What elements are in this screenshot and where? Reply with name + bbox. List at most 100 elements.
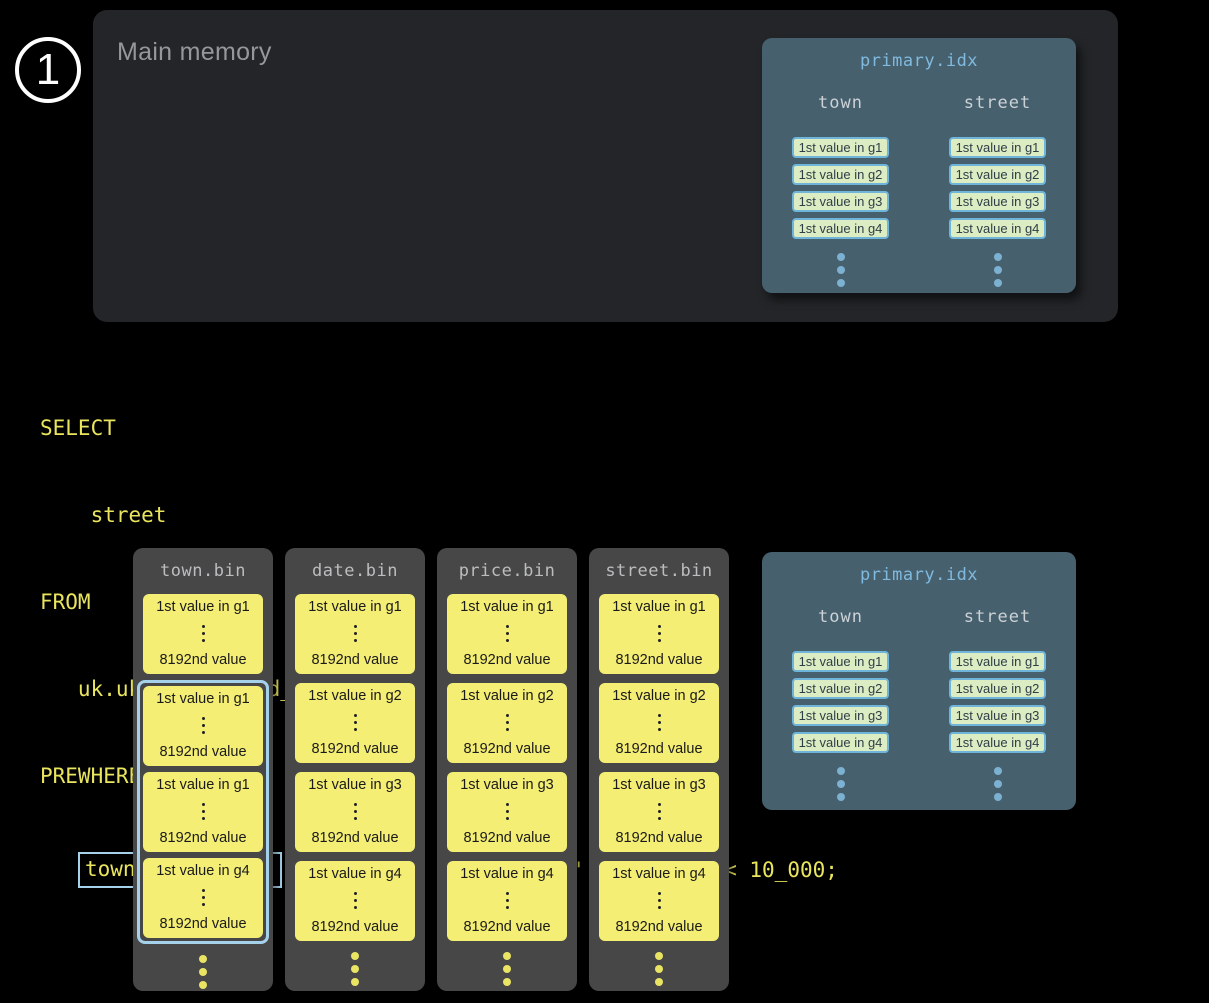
bin-panel-street: street.bin 1st value in g1 8192nd value … bbox=[589, 548, 729, 991]
bin-title: street.bin bbox=[605, 561, 712, 581]
index-mark-chip: 1st value in g2 bbox=[792, 164, 890, 185]
granule-first-value: 1st value in g3 bbox=[308, 777, 402, 793]
step-1-badge: 1 bbox=[15, 37, 81, 103]
granule-stack: 1st value in g1 8192nd value 1st value i… bbox=[599, 594, 719, 941]
granule-last-value: 8192nd value bbox=[463, 919, 550, 935]
granule-block: 1st value in g1 8192nd value bbox=[295, 594, 415, 674]
idx-column-header: town bbox=[818, 93, 863, 113]
step-number: 1 bbox=[36, 45, 60, 95]
bin-panel-date: date.bin 1st value in g1 8192nd value 1s… bbox=[285, 548, 425, 991]
granule-block: 1st value in g3 8192nd value bbox=[447, 772, 567, 852]
primary-idx-columns: town 1st value in g1 1st value in g2 1st… bbox=[762, 93, 1076, 287]
chip-stack: 1st value in g1 1st value in g2 1st valu… bbox=[792, 137, 890, 239]
granule-last-value: 8192nd value bbox=[311, 652, 398, 668]
granule-block: 1st value in g1 8192nd value bbox=[143, 772, 263, 852]
index-mark-chip: 1st value in g2 bbox=[792, 678, 890, 699]
sql-indent bbox=[40, 856, 78, 885]
granule-last-value: 8192nd value bbox=[159, 916, 246, 932]
granule-last-value: 8192nd value bbox=[311, 741, 398, 757]
index-mark-chip: 1st value in g1 bbox=[792, 651, 890, 672]
ellipsis-dots-dark bbox=[658, 714, 661, 731]
granule-stack: 1st value in g1 8192nd value 1st value i… bbox=[143, 594, 263, 944]
granule-last-value: 8192nd value bbox=[615, 919, 702, 935]
index-mark-chip: 1st value in g4 bbox=[792, 732, 890, 753]
ellipsis-dots-dark bbox=[354, 803, 357, 820]
granule-block: 1st value in g3 8192nd value bbox=[295, 772, 415, 852]
ellipsis-dots-dark bbox=[354, 714, 357, 731]
ellipsis-dots-dark bbox=[658, 803, 661, 820]
primary-idx-columns: town 1st value in g1 1st value in g2 1st… bbox=[762, 607, 1076, 801]
primary-idx-title: primary.idx bbox=[860, 565, 978, 585]
index-mark-chip: 1st value in g1 bbox=[792, 137, 890, 158]
ellipsis-dots-yellow bbox=[199, 955, 207, 989]
ellipsis-dots-dark bbox=[202, 625, 205, 642]
ellipsis-dots-yellow bbox=[503, 952, 511, 986]
ellipsis-dots-blue bbox=[837, 253, 845, 287]
ellipsis-dots-dark bbox=[506, 892, 509, 909]
granule-block: 1st value in g1 8192nd value bbox=[143, 594, 263, 674]
granule-last-value: 8192nd value bbox=[463, 652, 550, 668]
granule-last-value: 8192nd value bbox=[615, 652, 702, 668]
ellipsis-dots-yellow bbox=[655, 952, 663, 986]
bin-title: price.bin bbox=[459, 561, 556, 581]
granule-first-value: 1st value in g1 bbox=[460, 599, 554, 615]
ellipsis-dots-dark bbox=[658, 625, 661, 642]
granule-first-value: 1st value in g4 bbox=[460, 866, 554, 882]
idx-column-street: street 1st value in g1 1st value in g2 1… bbox=[919, 607, 1076, 801]
granule-block: 1st value in g1 8192nd value bbox=[447, 594, 567, 674]
index-mark-chip: 1st value in g3 bbox=[949, 191, 1047, 212]
ellipsis-dots-blue bbox=[994, 767, 1002, 801]
idx-column-header: town bbox=[818, 607, 863, 627]
granule-block: 1st value in g1 8192nd value bbox=[599, 594, 719, 674]
granule-last-value: 8192nd value bbox=[159, 652, 246, 668]
ellipsis-dots-dark bbox=[506, 714, 509, 731]
granule-stack: 1st value in g1 8192nd value 1st value i… bbox=[447, 594, 567, 941]
ellipsis-dots-dark bbox=[202, 803, 205, 820]
granule-first-value: 1st value in g1 bbox=[156, 777, 250, 793]
idx-column-town: town 1st value in g1 1st value in g2 1st… bbox=[762, 93, 919, 287]
index-mark-chip: 1st value in g1 bbox=[949, 137, 1047, 158]
granule-first-value: 1st value in g1 bbox=[156, 691, 250, 707]
ellipsis-dots-dark bbox=[506, 803, 509, 820]
ellipsis-dots-dark bbox=[354, 625, 357, 642]
index-mark-chip: 1st value in g3 bbox=[792, 191, 890, 212]
index-mark-chip: 1st value in g3 bbox=[949, 705, 1047, 726]
idx-column-header: street bbox=[964, 607, 1031, 627]
index-mark-chip: 1st value in g3 bbox=[792, 705, 890, 726]
index-mark-chip: 1st value in g4 bbox=[949, 732, 1047, 753]
granule-first-value: 1st value in g2 bbox=[460, 688, 554, 704]
index-mark-chip: 1st value in g2 bbox=[949, 678, 1047, 699]
idx-column-town: town 1st value in g1 1st value in g2 1st… bbox=[762, 607, 919, 801]
selected-granules-highlight: 1st value in g1 8192nd value 1st value i… bbox=[137, 680, 269, 944]
granule-first-value: 1st value in g2 bbox=[612, 688, 706, 704]
index-mark-chip: 1st value in g4 bbox=[792, 218, 890, 239]
bin-panel-town: town.bin 1st value in g1 8192nd value 1s… bbox=[133, 548, 273, 991]
primary-idx-card-memory: primary.idx town 1st value in g1 1st val… bbox=[762, 38, 1076, 293]
granule-first-value: 1st value in g3 bbox=[612, 777, 706, 793]
main-memory-title: Main memory bbox=[117, 38, 272, 67]
granule-first-value: 1st value in g2 bbox=[308, 688, 402, 704]
granule-first-value: 1st value in g1 bbox=[308, 599, 402, 615]
granule-first-value: 1st value in g1 bbox=[156, 599, 250, 615]
granule-last-value: 8192nd value bbox=[159, 830, 246, 846]
granule-block: 1st value in g4 8192nd value bbox=[599, 861, 719, 941]
granule-last-value: 8192nd value bbox=[463, 830, 550, 846]
bin-title: date.bin bbox=[312, 561, 398, 581]
idx-column-header: street bbox=[964, 93, 1031, 113]
index-mark-chip: 1st value in g4 bbox=[949, 218, 1047, 239]
chip-stack: 1st value in g1 1st value in g2 1st valu… bbox=[792, 651, 890, 753]
ellipsis-dots-dark bbox=[202, 717, 205, 734]
sql-select-column: street bbox=[40, 501, 838, 530]
granule-last-value: 8192nd value bbox=[311, 919, 398, 935]
ellipsis-dots-yellow bbox=[351, 952, 359, 986]
chip-stack: 1st value in g1 1st value in g2 1st valu… bbox=[949, 137, 1047, 239]
granule-first-value: 1st value in g4 bbox=[156, 863, 250, 879]
granule-first-value: 1st value in g4 bbox=[612, 866, 706, 882]
ellipsis-dots-blue bbox=[994, 253, 1002, 287]
granule-first-value: 1st value in g1 bbox=[612, 599, 706, 615]
granule-last-value: 8192nd value bbox=[615, 830, 702, 846]
ellipsis-dots-dark bbox=[202, 889, 205, 906]
primary-idx-title: primary.idx bbox=[860, 51, 978, 71]
granule-block: 1st value in g2 8192nd value bbox=[447, 683, 567, 763]
granule-block: 1st value in g2 8192nd value bbox=[599, 683, 719, 763]
